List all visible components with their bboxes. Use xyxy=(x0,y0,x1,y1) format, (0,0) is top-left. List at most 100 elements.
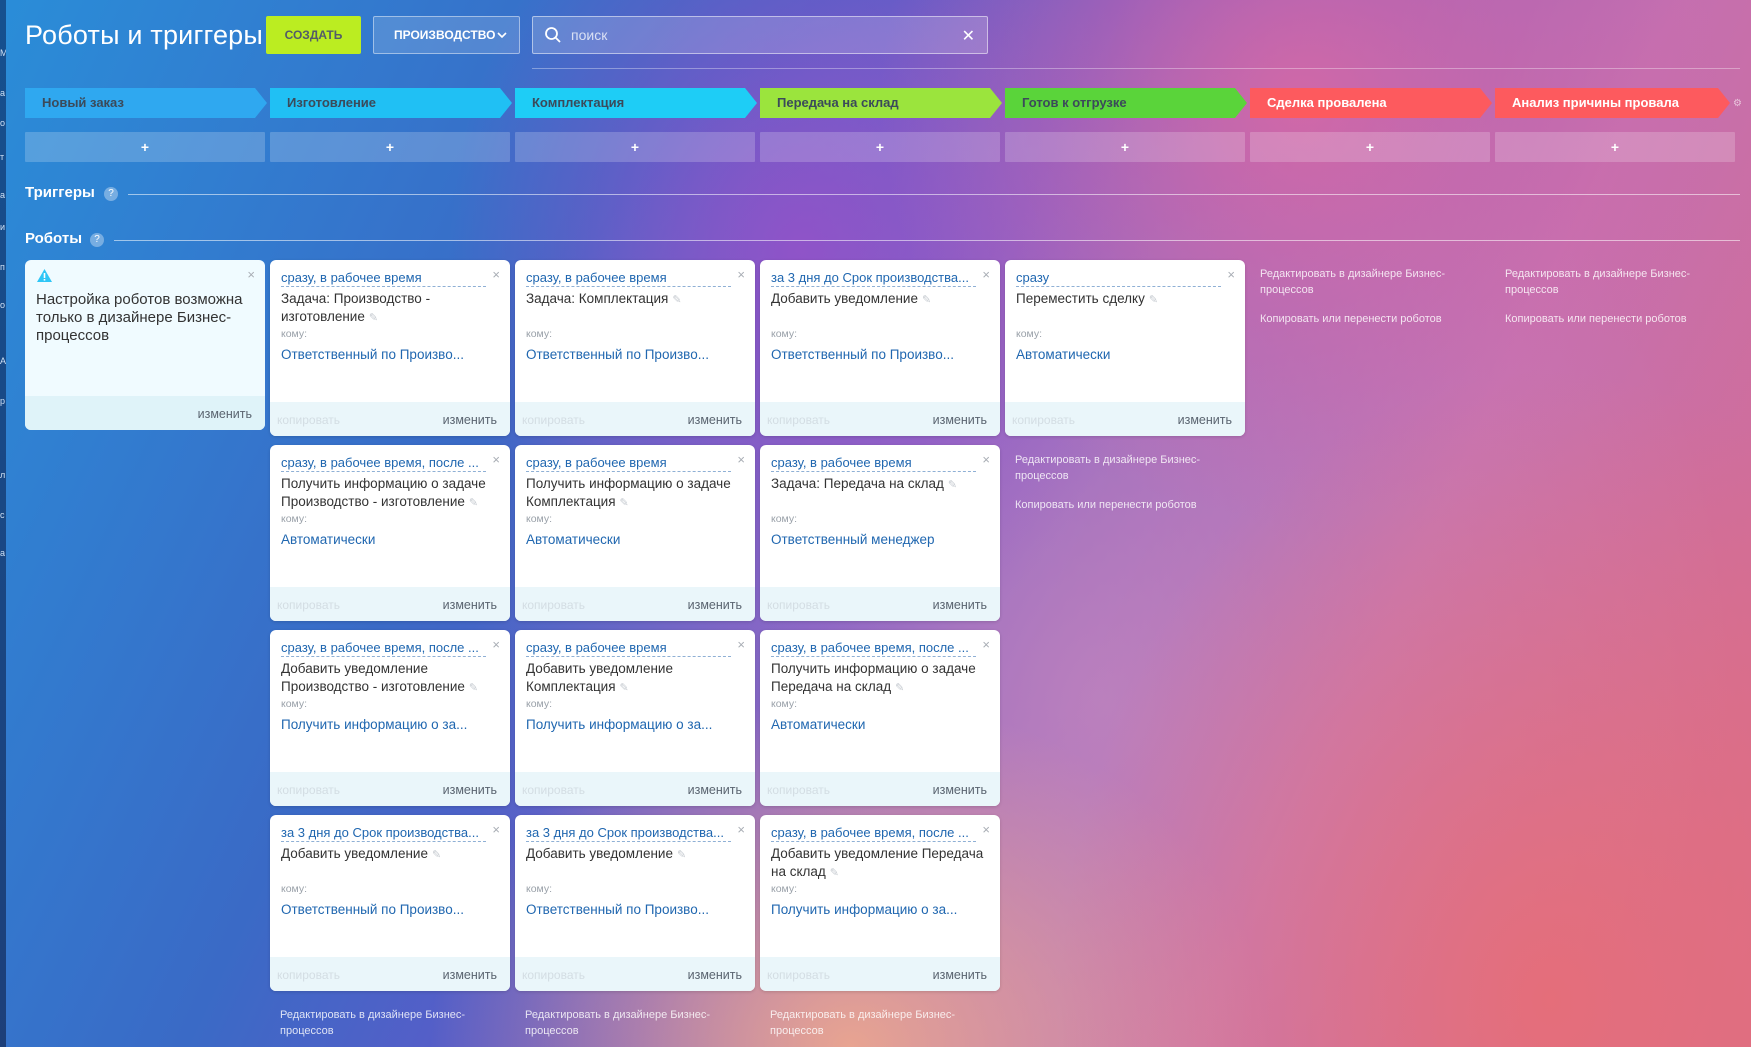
pencil-icon[interactable]: ✎ xyxy=(948,479,957,491)
copy-link[interactable]: копировать xyxy=(767,783,830,797)
stage-settings-icon[interactable]: ⚙ xyxy=(1733,98,1742,109)
robot-delay-link[interactable]: за 3 дня до Срок производства... xyxy=(771,270,976,287)
edit-link[interactable]: изменить xyxy=(933,968,987,982)
close-icon[interactable]: × xyxy=(492,267,500,282)
copy-move-robots-link[interactable]: Копировать или перенести роботов xyxy=(1015,497,1215,513)
add-robot-button[interactable]: + xyxy=(1495,132,1735,162)
category-dropdown[interactable]: ПРОИЗВОДСТВО xyxy=(373,16,520,54)
close-icon[interactable]: × xyxy=(492,637,500,652)
copy-link[interactable]: копировать xyxy=(522,413,585,427)
copy-link[interactable]: копировать xyxy=(767,413,830,427)
robot-delay-link[interactable]: за 3 дня до Срок производства... xyxy=(526,825,731,842)
close-icon[interactable]: × xyxy=(982,267,990,282)
edit-link[interactable]: изменить xyxy=(688,598,742,612)
robot-delay-link[interactable]: сразу, в рабочее время, после ... xyxy=(281,455,486,472)
pencil-icon[interactable]: ✎ xyxy=(895,682,904,694)
robot-delay-link[interactable]: сразу, в рабочее время xyxy=(771,455,976,472)
edit-link[interactable]: изменить xyxy=(688,783,742,797)
stage-1[interactable]: Новый заказ xyxy=(25,88,267,118)
recipient-link[interactable]: Автоматически xyxy=(281,532,496,547)
recipient-link[interactable]: Ответственный по Произво... xyxy=(281,347,496,362)
recipient-link[interactable]: Ответственный по Произво... xyxy=(526,902,741,917)
copy-link[interactable]: копировать xyxy=(277,783,340,797)
pencil-icon[interactable]: ✎ xyxy=(469,682,478,694)
create-button[interactable]: СОЗДАТЬ xyxy=(266,16,361,54)
edit-in-designer-link[interactable]: Редактировать в дизайнере Бизнес-процесс… xyxy=(1260,266,1460,298)
robot-delay-link[interactable]: сразу, в рабочее время xyxy=(526,640,731,657)
add-robot-button[interactable]: + xyxy=(760,132,1000,162)
edit-in-designer-link[interactable]: Редактировать в дизайнере Бизнес-процесс… xyxy=(1015,452,1215,484)
edit-link[interactable]: изменить xyxy=(688,968,742,982)
search-input[interactable] xyxy=(571,17,941,53)
close-icon[interactable]: × xyxy=(982,822,990,837)
stage-4[interactable]: Передача на склад xyxy=(760,88,1002,118)
stage-6[interactable]: Сделка провалена xyxy=(1250,88,1492,118)
stage-2[interactable]: Изготовление xyxy=(270,88,512,118)
copy-link[interactable]: копировать xyxy=(277,413,340,427)
recipient-link[interactable]: Ответственный по Произво... xyxy=(771,347,986,362)
add-robot-button[interactable]: + xyxy=(1250,132,1490,162)
pencil-icon[interactable]: ✎ xyxy=(620,682,629,694)
robot-delay-link[interactable]: сразу, в рабочее время, после ... xyxy=(771,640,976,657)
close-icon[interactable]: × xyxy=(737,452,745,467)
copy-move-robots-link[interactable]: Копировать или перенести роботов xyxy=(1505,311,1705,327)
close-icon[interactable]: × xyxy=(737,637,745,652)
robot-delay-link[interactable]: сразу, в рабочее время xyxy=(281,270,486,287)
close-icon[interactable]: × xyxy=(737,822,745,837)
recipient-link[interactable]: Ответственный менеджер xyxy=(771,532,986,547)
edit-link[interactable]: изменить xyxy=(443,598,497,612)
robots-help-icon[interactable]: ? xyxy=(90,233,104,247)
add-robot-button[interactable]: + xyxy=(25,132,265,162)
recipient-link[interactable]: Автоматически xyxy=(771,717,986,732)
add-robot-button[interactable]: + xyxy=(1005,132,1245,162)
close-icon[interactable]: × xyxy=(1227,267,1235,282)
recipient-link[interactable]: Автоматически xyxy=(1016,347,1231,362)
add-robot-button[interactable]: + xyxy=(515,132,755,162)
copy-link[interactable]: копировать xyxy=(522,598,585,612)
recipient-link[interactable]: Получить информацию о за... xyxy=(281,717,496,732)
close-icon[interactable]: × xyxy=(492,452,500,467)
search-box[interactable]: ✕ xyxy=(532,16,988,54)
copy-link[interactable]: копировать xyxy=(522,968,585,982)
robot-delay-link[interactable]: сразу, в рабочее время xyxy=(526,455,731,472)
pencil-icon[interactable]: ✎ xyxy=(369,312,378,324)
close-icon[interactable]: × xyxy=(737,267,745,282)
pencil-icon[interactable]: ✎ xyxy=(677,849,686,861)
edit-link[interactable]: изменить xyxy=(933,413,987,427)
copy-link[interactable]: копировать xyxy=(1012,413,1075,427)
edit-link[interactable]: изменить xyxy=(688,413,742,427)
edit-in-designer-link[interactable]: Редактировать в дизайнере Бизнес-процесс… xyxy=(770,1007,970,1039)
pencil-icon[interactable]: ✎ xyxy=(620,497,629,509)
triggers-help-icon[interactable]: ? xyxy=(104,187,118,201)
robot-delay-link[interactable]: сразу, в рабочее время xyxy=(526,270,731,287)
copy-link[interactable]: копировать xyxy=(767,598,830,612)
close-icon[interactable]: × xyxy=(492,822,500,837)
edit-link[interactable]: изменить xyxy=(933,598,987,612)
edit-link[interactable]: изменить xyxy=(1178,413,1232,427)
edit-link[interactable]: изменить xyxy=(933,783,987,797)
clear-search-icon[interactable]: ✕ xyxy=(962,26,975,46)
robot-delay-link[interactable]: сразу, в рабочее время, после ... xyxy=(771,825,976,842)
copy-link[interactable]: копировать xyxy=(522,783,585,797)
pencil-icon[interactable]: ✎ xyxy=(432,849,441,861)
stage-3[interactable]: Комплектация xyxy=(515,88,757,118)
robot-delay-link[interactable]: сразу xyxy=(1016,270,1221,287)
pencil-icon[interactable]: ✎ xyxy=(922,294,931,306)
robot-delay-link[interactable]: за 3 дня до Срок производства... xyxy=(281,825,486,842)
close-icon[interactable]: × xyxy=(247,267,255,282)
edit-link[interactable]: изменить xyxy=(443,783,497,797)
pencil-icon[interactable]: ✎ xyxy=(830,867,839,879)
stage-7[interactable]: Анализ причины провала xyxy=(1495,88,1730,118)
pencil-icon[interactable]: ✎ xyxy=(469,497,478,509)
edit-link[interactable]: изменить xyxy=(443,968,497,982)
edit-link[interactable]: изменить xyxy=(198,407,252,421)
pencil-icon[interactable]: ✎ xyxy=(672,294,681,306)
copy-link[interactable]: копировать xyxy=(767,968,830,982)
recipient-link[interactable]: Автоматически xyxy=(526,532,741,547)
edit-in-designer-link[interactable]: Редактировать в дизайнере Бизнес-процесс… xyxy=(525,1007,725,1039)
recipient-link[interactable]: Получить информацию о за... xyxy=(771,902,986,917)
close-icon[interactable]: × xyxy=(982,452,990,467)
edit-in-designer-link[interactable]: Редактировать в дизайнере Бизнес-процесс… xyxy=(1505,266,1705,298)
recipient-link[interactable]: Получить информацию о за... xyxy=(526,717,741,732)
pencil-icon[interactable]: ✎ xyxy=(1149,294,1158,306)
